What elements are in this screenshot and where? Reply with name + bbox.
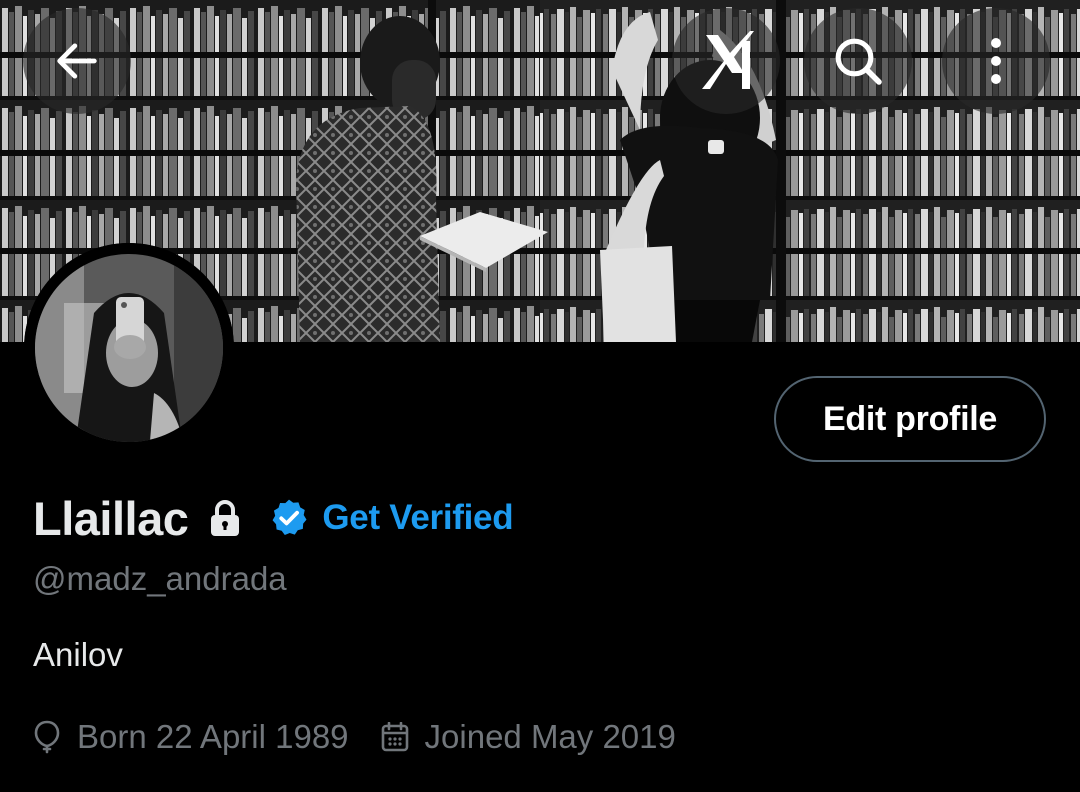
edit-profile-button[interactable]: Edit profile bbox=[774, 376, 1046, 462]
avatar[interactable] bbox=[24, 243, 234, 453]
profile-name-row: Llaillac Get Verified bbox=[33, 488, 514, 548]
display-name: Llaillac bbox=[33, 491, 189, 545]
balloon-icon bbox=[33, 720, 61, 754]
joined-item: Joined May 2019 bbox=[381, 718, 676, 756]
more-vertical-icon bbox=[989, 35, 1003, 87]
more-options-button[interactable] bbox=[942, 8, 1050, 114]
get-verified-link[interactable]: Get Verified bbox=[322, 498, 513, 538]
search-button[interactable] bbox=[804, 8, 912, 114]
profile-bio: Anilov bbox=[33, 636, 123, 673]
calendar-icon bbox=[381, 722, 409, 752]
verified-badge-icon[interactable] bbox=[268, 497, 310, 539]
username-handle: @madz_andrada bbox=[33, 560, 287, 597]
search-icon bbox=[830, 33, 886, 89]
joined-text: Joined May 2019 bbox=[424, 718, 676, 755]
avatar-image bbox=[24, 243, 234, 453]
grok-button[interactable] bbox=[672, 8, 780, 114]
profile-meta: Born 22 April 1989 Joined May 2019 bbox=[33, 714, 676, 760]
lock-icon bbox=[208, 499, 242, 537]
arrow-left-icon bbox=[51, 35, 103, 87]
back-button[interactable] bbox=[23, 8, 131, 114]
birthday-text: Born 22 April 1989 bbox=[77, 718, 349, 755]
birthday-item: Born 22 April 1989 bbox=[33, 718, 349, 756]
xai-grok-icon bbox=[698, 31, 754, 91]
